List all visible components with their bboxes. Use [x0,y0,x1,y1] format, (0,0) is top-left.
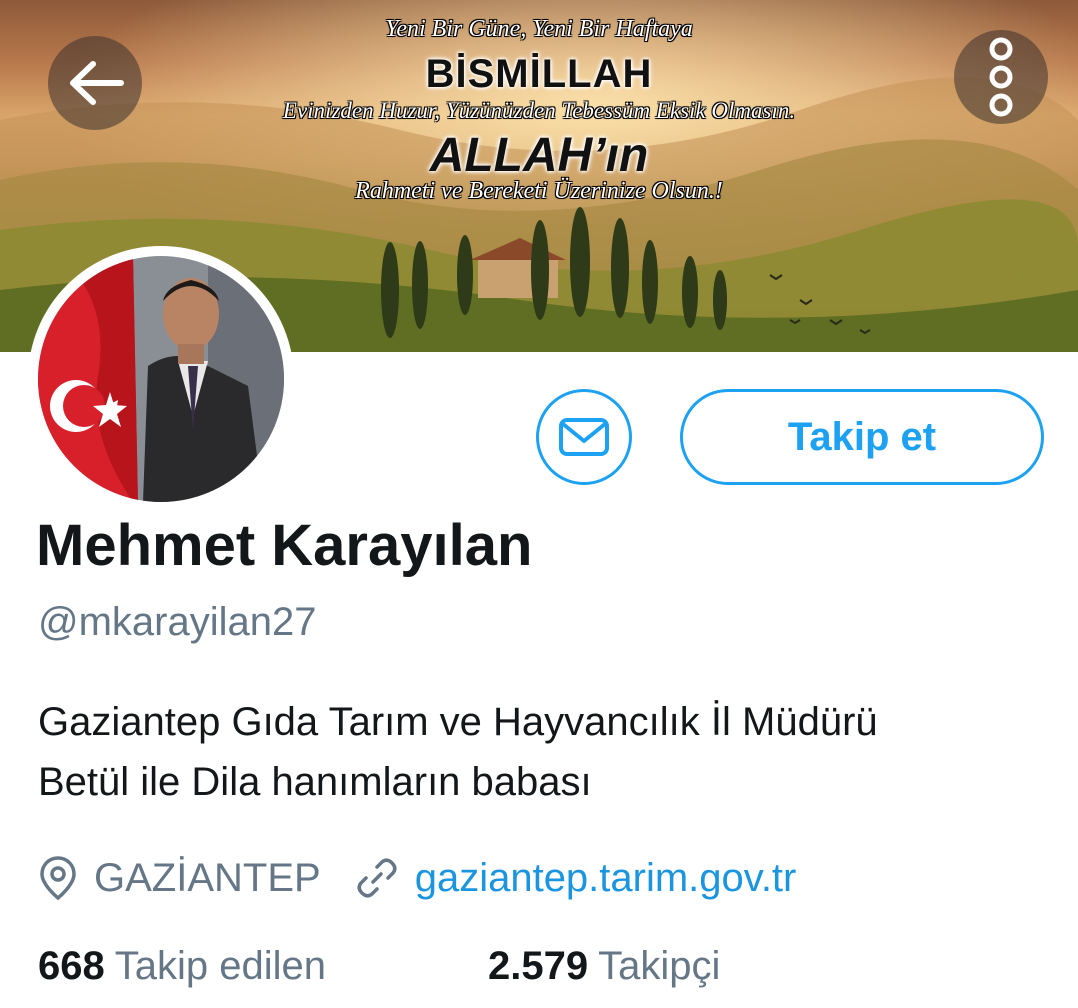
link-icon [357,858,397,898]
arrow-left-icon [70,61,124,105]
profile-photo [38,256,284,502]
message-button[interactable] [536,389,632,485]
location-text: GAZİANTEP [94,855,321,900]
profile-stats: 668 Takip edilen 2.579 Takipçi [38,944,1038,1000]
banner-line-4: ALLAH’ın [429,129,649,182]
followers-label: Takipçi [598,944,721,988]
avatar[interactable] [28,246,294,512]
mail-icon [559,418,609,456]
banner-line-5: Rahmeti ve Bereketi Üzerinize Olsun.! [355,178,723,204]
website-link[interactable]: gaziantep.tarim.gov.tr [415,856,797,901]
more-options-button[interactable] [954,30,1048,124]
profile-bio: Gaziantep Gıda Tarım ve Hayvancılık İl M… [38,692,878,812]
bio-line-1: Gaziantep Gıda Tarım ve Hayvancılık İl M… [38,700,878,744]
bio-line-2: Betül ile Dila hanımların babası [38,760,592,804]
location-pin-icon [40,856,76,901]
following-stat[interactable]: 668 Takip edilen [38,944,326,989]
profile-meta: GAZİANTEP gaziantep.tarim.gov.tr [38,850,796,906]
back-button[interactable] [48,36,142,130]
following-count: 668 [38,944,105,988]
following-label: Takip edilen [114,944,326,988]
followers-stat[interactable]: 2.579 Takipçi [488,944,720,989]
followers-count: 2.579 [488,944,589,988]
profile-handle: @mkarayilan27 [38,600,317,644]
banner-line-3: Evinizden Huzur, Yüzünüzden Tebessüm Eks… [282,98,796,123]
follow-button[interactable]: Takip et [680,389,1044,485]
banner-line-1: Yeni Bir Güne, Yeni Bir Haftaya [385,16,693,42]
more-vertical-icon [989,37,1013,117]
banner-line-2: BİSMİLLAH [425,52,653,96]
profile-name: Mehmet Karayılan [36,513,533,578]
